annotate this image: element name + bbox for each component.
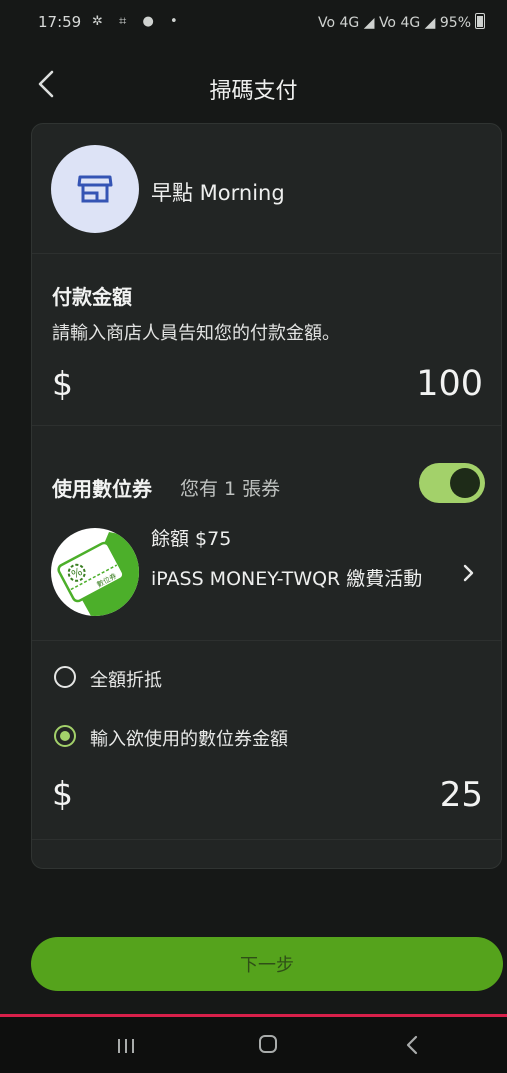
payment-amount-title: 付款金額 <box>52 285 132 309</box>
page-title: 掃碼支付 <box>209 79 298 104</box>
payment-card: 早點 Morning 付款金額 請輸入商店人員告知您的付款金額。 $ 100 使… <box>31 123 502 869</box>
back-icon <box>406 1035 418 1055</box>
status-signal-battery: Vo 4G ◢ Vo 4G ◢ 95% <box>318 13 485 31</box>
payment-amount-hint: 請輸入商店人員告知您的付款金額。 <box>52 323 340 344</box>
system-back-button[interactable] <box>404 1035 420 1055</box>
coupon-detail-chevron[interactable] <box>458 561 478 585</box>
next-step-button[interactable]: 下一步 <box>31 937 503 991</box>
home-button[interactable] <box>259 1035 277 1053</box>
coupon-thumbnail[interactable]: % 數位券 <box>51 528 139 616</box>
recents-button[interactable] <box>116 1037 136 1055</box>
signal-icons: Vo 4G ◢ Vo 4G ◢ 95% <box>318 15 471 31</box>
merchant-name: 早點 Morning <box>151 181 285 205</box>
battery-icon <box>475 13 485 29</box>
divider <box>32 425 501 426</box>
divider <box>32 640 501 641</box>
divider <box>32 839 501 840</box>
coupon-count: 您有 1 張券 <box>180 478 281 500</box>
full-deduction-radio[interactable] <box>54 666 76 688</box>
divider <box>32 253 501 254</box>
coupon-name[interactable]: iPASS MONEY-TWQR 繳費活動 <box>151 562 451 596</box>
chevron-right-icon <box>463 564 474 582</box>
coupon-amount-input[interactable]: 25 <box>440 775 483 815</box>
payment-amount-input[interactable]: 100 <box>416 364 483 404</box>
full-deduction-label[interactable]: 全額折抵 <box>90 666 162 692</box>
custom-amount-label[interactable]: 輸入欲使用的數位券金額 <box>90 725 288 751</box>
recents-icon <box>118 1039 134 1053</box>
coupon-currency-symbol: $ <box>52 774 73 813</box>
status-notification-icons: ✲ ⌗ ● • <box>92 14 184 29</box>
toggle-knob <box>450 468 480 498</box>
use-coupon-toggle[interactable] <box>419 463 485 503</box>
use-coupon-label: 使用數位券 <box>52 477 152 501</box>
status-bar: 17:59 ✲ ⌗ ● • Vo 4G ◢ Vo 4G ◢ 95% <box>0 0 507 46</box>
status-time: 17:59 <box>38 13 82 31</box>
store-avatar <box>51 145 139 233</box>
system-nav-bar <box>0 1017 507 1073</box>
coupon-balance: 餘額 $75 <box>151 528 232 550</box>
custom-amount-radio[interactable] <box>54 725 76 747</box>
percent-coupon-icon: % 數位券 <box>57 532 139 616</box>
store-icon <box>77 175 113 203</box>
currency-symbol: $ <box>52 364 73 403</box>
